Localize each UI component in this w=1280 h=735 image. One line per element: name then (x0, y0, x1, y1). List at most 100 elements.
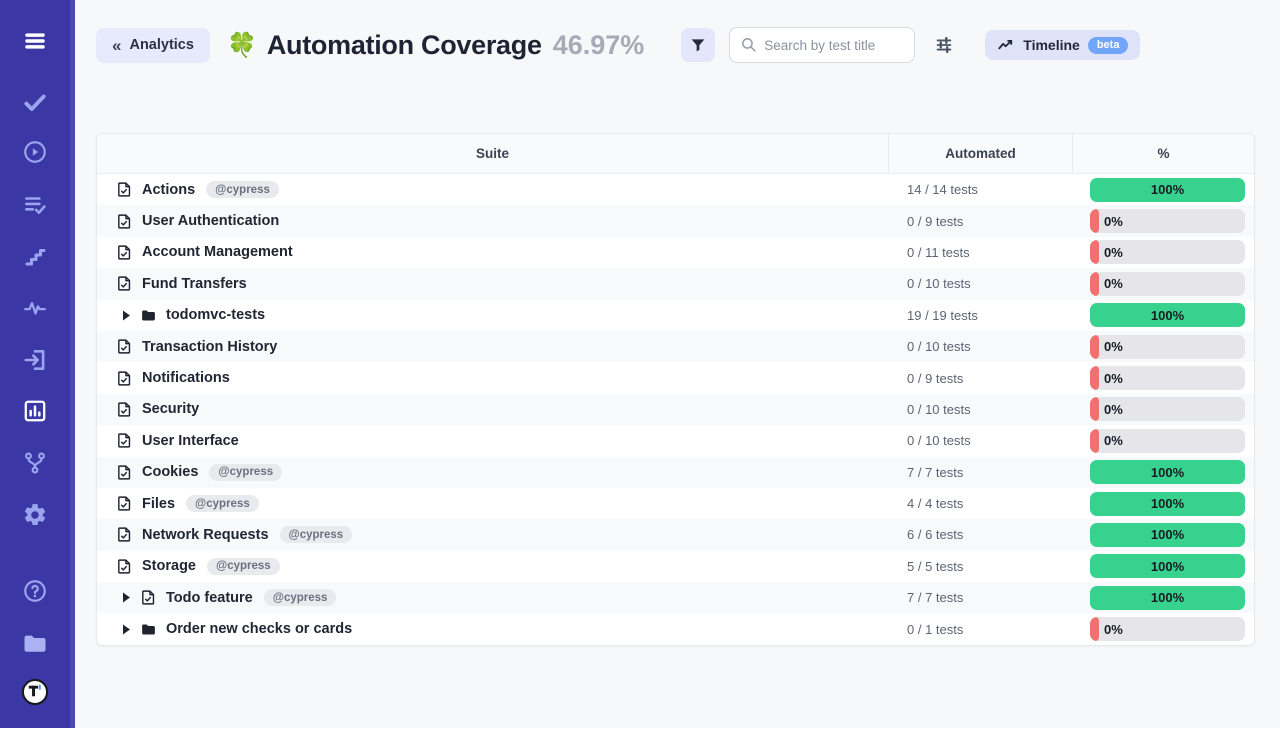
table-row[interactable]: Transaction History 0 / 10 tests 0% (97, 331, 1254, 362)
file-check-icon (116, 401, 133, 418)
coverage-bar-label: 0% (1104, 339, 1123, 354)
suite-cell: Cookies @cypress (97, 464, 889, 481)
coverage-bar-fill (1090, 429, 1099, 453)
suite-cell: User Authentication (97, 213, 889, 230)
filter-button[interactable] (681, 28, 715, 62)
column-header-suite[interactable]: Suite (97, 134, 889, 173)
percent-cell: 100% (1073, 492, 1254, 516)
file-check-icon (116, 275, 133, 292)
coverage-table: Suite Automated % Actions @cypress 14 / … (96, 133, 1255, 646)
play-circle-icon[interactable] (21, 138, 49, 166)
suite-title[interactable]: Security (142, 401, 199, 417)
suite-title[interactable]: Todo feature (166, 590, 253, 606)
file-check-icon (116, 338, 133, 355)
import-icon[interactable] (21, 346, 49, 374)
menu-icon[interactable] (21, 27, 49, 55)
main-content: « Analytics 🍀 Automation Coverage 46.97%… (75, 0, 1280, 728)
suite-title[interactable]: Order new checks or cards (166, 621, 352, 637)
table-row[interactable]: Actions @cypress 14 / 14 tests 100% (97, 174, 1254, 205)
gear-icon[interactable] (21, 501, 49, 529)
suite-title[interactable]: Transaction History (142, 339, 277, 355)
double-chevron-left-icon: « (112, 37, 121, 54)
suite-cell: todomvc-tests (97, 307, 889, 324)
file-check-icon (116, 181, 133, 198)
coverage-bar-fill (1090, 366, 1099, 390)
coverage-bar-label: 100% (1151, 559, 1184, 574)
automated-count: 14 / 14 tests (889, 182, 1073, 197)
branch-icon[interactable] (21, 449, 49, 477)
suite-tag: @cypress (207, 558, 280, 575)
percent-cell: 0% (1073, 397, 1254, 421)
coverage-bar-label: 0% (1104, 371, 1123, 386)
automated-count: 0 / 10 tests (889, 402, 1073, 417)
table-row[interactable]: Network Requests @cypress 6 / 6 tests 10… (97, 519, 1254, 550)
bar-chart-icon[interactable] (21, 397, 49, 425)
timeline-button[interactable]: Timeline beta (985, 30, 1140, 60)
suite-title[interactable]: Network Requests (142, 527, 269, 543)
folder-icon[interactable] (21, 629, 49, 657)
suite-title[interactable]: todomvc-tests (166, 307, 265, 323)
suite-cell: Actions @cypress (97, 181, 889, 198)
coverage-bar-label: 0% (1104, 433, 1123, 448)
suite-tag: @cypress (264, 589, 337, 606)
percent-cell: 0% (1073, 429, 1254, 453)
file-check-icon (116, 495, 133, 512)
column-header-automated[interactable]: Automated (889, 134, 1073, 173)
suite-cell: Account Management (97, 244, 889, 261)
table-row[interactable]: Todo feature @cypress 7 / 7 tests 100% (97, 582, 1254, 613)
coverage-bar: 0% (1090, 617, 1245, 641)
list-check-icon[interactable] (21, 191, 49, 219)
coverage-bar: 0% (1090, 429, 1245, 453)
table-row[interactable]: Storage @cypress 5 / 5 tests 100% (97, 551, 1254, 582)
suite-title[interactable]: Storage (142, 558, 196, 574)
table-row[interactable]: Cookies @cypress 7 / 7 tests 100% (97, 457, 1254, 488)
expand-caret-icon[interactable] (122, 310, 131, 321)
suite-cell: Todo feature @cypress (97, 589, 889, 606)
table-row[interactable]: User Authentication 0 / 9 tests 0% (97, 205, 1254, 236)
suite-cell: Fund Transfers (97, 275, 889, 292)
table-row[interactable]: Order new checks or cards 0 / 1 tests 0% (97, 613, 1254, 644)
suite-title[interactable]: Account Management (142, 244, 293, 260)
suite-title[interactable]: Files (142, 496, 175, 512)
coverage-bar: 100% (1090, 523, 1245, 547)
suite-tag: @cypress (186, 495, 259, 512)
table-row[interactable]: Account Management 0 / 11 tests 0% (97, 237, 1254, 268)
percent-cell: 0% (1073, 617, 1254, 641)
check-icon[interactable] (21, 88, 49, 116)
automated-count: 0 / 10 tests (889, 339, 1073, 354)
suite-title[interactable]: User Authentication (142, 213, 279, 229)
logo[interactable] (21, 678, 49, 706)
percent-cell: 0% (1073, 366, 1254, 390)
steps-icon[interactable] (21, 243, 49, 271)
table-body: Actions @cypress 14 / 14 tests 100% User… (97, 174, 1254, 645)
table-row[interactable]: User Interface 0 / 10 tests 0% (97, 425, 1254, 456)
coverage-bar-fill (1090, 397, 1099, 421)
back-to-analytics-button[interactable]: « Analytics (96, 28, 210, 63)
table-header: Suite Automated % (97, 134, 1254, 174)
automated-count: 6 / 6 tests (889, 527, 1073, 542)
suite-title[interactable]: Cookies (142, 464, 198, 480)
suite-title[interactable]: Actions (142, 182, 195, 198)
help-icon[interactable] (21, 577, 49, 605)
coverage-bar-fill (1090, 335, 1099, 359)
table-row[interactable]: Notifications 0 / 9 tests 0% (97, 362, 1254, 393)
suite-title[interactable]: Fund Transfers (142, 276, 247, 292)
suite-title[interactable]: User Interface (142, 433, 239, 449)
coverage-bar-fill (1090, 240, 1099, 264)
automated-count: 0 / 9 tests (889, 214, 1073, 229)
table-row[interactable]: Files @cypress 4 / 4 tests 100% (97, 488, 1254, 519)
suite-title[interactable]: Notifications (142, 370, 230, 386)
table-row[interactable]: Fund Transfers 0 / 10 tests 0% (97, 268, 1254, 299)
coverage-bar: 100% (1090, 303, 1245, 327)
table-row[interactable]: Security 0 / 10 tests 0% (97, 394, 1254, 425)
view-settings-button[interactable] (931, 32, 957, 58)
coverage-bar: 100% (1090, 492, 1245, 516)
expand-caret-icon[interactable] (122, 592, 131, 603)
coverage-bar-label: 0% (1104, 622, 1123, 637)
suite-cell: Notifications (97, 370, 889, 387)
table-row[interactable]: todomvc-tests 19 / 19 tests 100% (97, 300, 1254, 331)
expand-caret-icon[interactable] (122, 624, 131, 635)
coverage-bar: 100% (1090, 554, 1245, 578)
pulse-icon[interactable] (21, 294, 49, 322)
column-header-percent[interactable]: % (1073, 134, 1254, 173)
